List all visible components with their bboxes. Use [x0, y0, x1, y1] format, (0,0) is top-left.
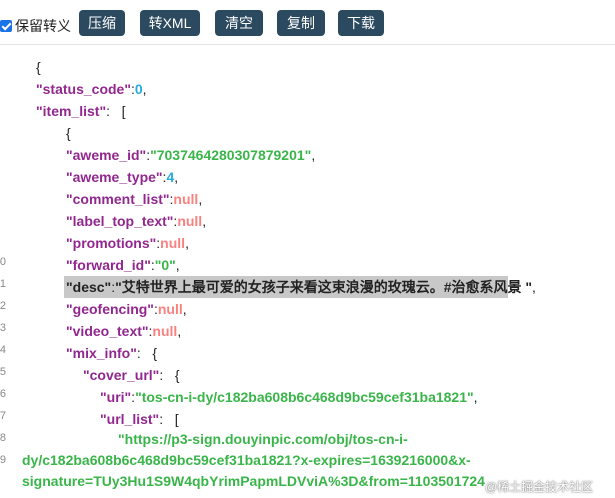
clear-button[interactable]: 清空 — [215, 10, 263, 36]
url-line-3: signature=TUy3Hu1S9W4qbYrimPapmLDVviA%3D… — [22, 473, 485, 489]
json-key: "status_code" — [36, 81, 131, 97]
json-punct: : { — [159, 367, 180, 383]
json-key: "label_top_text" — [66, 213, 174, 229]
line-number: 0 — [0, 256, 6, 268]
toolbar: 保留转义 压缩 转XML 清空 复制 下载 — [0, 0, 615, 45]
json-key: "url_list" — [100, 411, 160, 427]
json-punct: , — [311, 147, 316, 163]
to-xml-button[interactable]: 转XML — [140, 10, 200, 36]
json-null: null — [177, 213, 203, 229]
json-line: "promotions":null, — [66, 233, 189, 253]
url-line-1: "https://p3-sign.douyinpic.com/obj/tos-c… — [118, 431, 408, 447]
json-key: "item_list" — [36, 103, 107, 119]
json-null: null — [157, 301, 183, 317]
json-string: "0" — [154, 257, 176, 273]
line-number: 6 — [0, 388, 6, 400]
url-line-2: dy/c182ba608b6c468d9bc59cef31ba1821?x-ex… — [22, 452, 471, 468]
json-punct: , — [177, 323, 182, 339]
json-key: "aweme_id" — [66, 147, 147, 163]
line-number: 7 — [0, 410, 6, 422]
json-line: "forward_id":"0", — [66, 255, 180, 275]
json-line: "desc":"艾特世界上最可爱的女孩子来看这束浪漫的玫瑰云。#治愈系风景 ", — [66, 277, 536, 297]
keep-escape-option[interactable]: 保留转义 — [0, 16, 71, 36]
json-key: "forward_id" — [66, 257, 151, 273]
copy-button[interactable]: 复制 — [277, 10, 325, 36]
json-punct: : [ — [106, 103, 126, 119]
line-number: 1 — [0, 278, 6, 290]
json-punct: : { — [136, 345, 158, 361]
json-key: "desc" — [66, 279, 112, 295]
json-key: "cover_url" — [83, 367, 160, 383]
json-line: "label_top_text":null, — [66, 211, 206, 231]
line-number: 2 — [0, 300, 6, 312]
json-punct: , — [142, 81, 147, 97]
line-number: 5 — [0, 366, 6, 378]
json-key: "uri" — [100, 389, 132, 405]
json-punct: { — [66, 125, 71, 141]
line-number: 9 — [0, 454, 6, 466]
json-null: null — [152, 323, 178, 339]
json-punct: , — [185, 235, 189, 251]
json-string: "艾特世界上最可爱的女孩子来看这束浪漫的玫瑰云。#治愈系风景 " — [115, 279, 533, 295]
json-line: "geofencing":null, — [66, 299, 187, 319]
json-key: "aweme_type" — [66, 169, 163, 185]
json-punct: , — [532, 279, 536, 295]
watermark: @稀土掘金技术社区 — [485, 480, 594, 494]
json-punct: { — [36, 59, 41, 75]
line-number-gutter: 0 1 2 3 4 5 6 7 8 9 — [0, 45, 8, 498]
json-punct: , — [182, 301, 187, 317]
json-line: "mix_info": { — [66, 343, 157, 363]
json-punct: , — [473, 389, 478, 405]
json-key: "video_text" — [66, 323, 149, 339]
json-viewer[interactable]: 0123456789 {"status_code":0, "item_list":… — [0, 45, 615, 498]
json-line: "uri":"tos-cn-i-dy/c182ba608b6c468d9bc59… — [100, 387, 478, 407]
json-line: "comment_list":null, — [66, 189, 202, 209]
json-line: "cover_url": { — [83, 365, 180, 385]
json-null: null — [173, 191, 199, 207]
json-key: "mix_info" — [66, 345, 137, 361]
line-number: 8 — [0, 432, 6, 444]
json-string: "tos-cn-i-dy/c182ba608b6c468d9bc59cef31b… — [135, 389, 474, 405]
json-line: "video_text":null, — [66, 321, 181, 341]
json-punct: , — [202, 213, 207, 229]
json-string: "7037464280307879201" — [150, 147, 312, 163]
line-number: 3 — [0, 322, 6, 334]
json-line: { — [36, 57, 41, 77]
json-line: { — [66, 123, 71, 143]
json-number: 0 — [134, 81, 143, 97]
compress-button[interactable]: 压缩 — [79, 10, 125, 36]
download-button[interactable]: 下载 — [338, 10, 384, 36]
line-number: 4 — [0, 344, 6, 356]
json-line: "item_list": [ — [36, 101, 126, 121]
json-punct: , — [198, 191, 203, 207]
json-key: "promotions" — [66, 235, 157, 251]
json-key: "geofencing" — [66, 301, 154, 317]
json-punct: , — [175, 257, 180, 273]
keep-escape-checkbox[interactable] — [0, 20, 12, 32]
json-line: "aweme_type":4, — [66, 167, 178, 187]
json-line: "status_code":0, — [36, 79, 147, 99]
json-punct: : [ — [159, 411, 179, 427]
json-line: "aweme_id":"7037464280307879201", — [66, 145, 315, 165]
json-punct: , — [174, 169, 179, 185]
json-null: null — [160, 235, 186, 251]
json-line: "url_list": [ — [100, 409, 179, 429]
keep-escape-label: 保留转义 — [15, 18, 71, 34]
json-key: "comment_list" — [66, 191, 170, 207]
